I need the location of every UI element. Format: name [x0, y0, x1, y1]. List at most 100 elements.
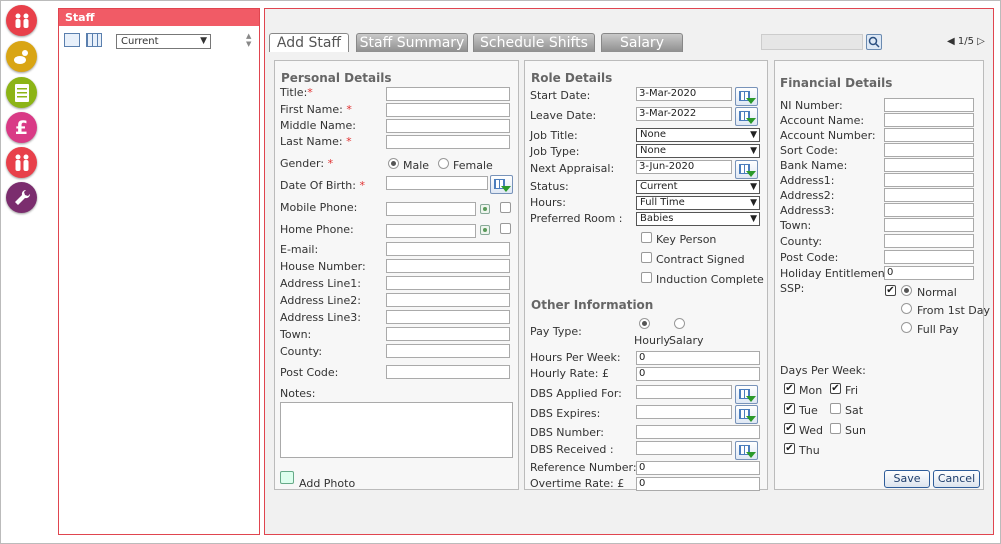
bank-name-field[interactable] — [884, 158, 974, 172]
holiday-entitlement-field[interactable]: 0 — [884, 266, 974, 280]
fin-town-field[interactable] — [884, 218, 974, 232]
ssp-from-first-day-radio[interactable] — [901, 303, 912, 314]
tab-schedule-shifts[interactable]: Schedule Shifts — [473, 33, 595, 52]
ni-number-field[interactable] — [884, 98, 974, 112]
cancel-button[interactable]: Cancel — [933, 470, 980, 488]
list-view-icon[interactable] — [64, 33, 80, 47]
leave-date-field[interactable]: 3-Mar-2022 — [636, 107, 732, 121]
home-phone-field[interactable] — [386, 224, 476, 238]
dbs-received-field[interactable] — [636, 441, 732, 455]
county-field[interactable] — [386, 344, 510, 358]
hours-per-week-field[interactable]: 0 — [636, 351, 760, 365]
dob-field[interactable] — [386, 176, 488, 190]
job-type-select[interactable]: None ▼ — [636, 144, 760, 158]
address-line2-field[interactable] — [386, 293, 510, 307]
dob-label: Date Of Birth: * — [280, 179, 365, 192]
register-icon[interactable] — [6, 77, 37, 108]
dbs-number-field[interactable] — [636, 425, 760, 439]
calendar-icon[interactable] — [490, 175, 513, 194]
staff-group-icon[interactable] — [6, 5, 37, 36]
ssp-normal-radio[interactable] — [901, 285, 912, 296]
settings-icon[interactable] — [6, 182, 37, 213]
add-photo-link[interactable]: Add Photo — [299, 477, 355, 490]
thu-checkbox[interactable]: ✔ — [784, 443, 795, 454]
scroll-arrows[interactable]: ▲ ▼ — [246, 32, 251, 48]
tab-add-staff[interactable]: Add Staff — [269, 33, 349, 52]
staff-filter-select[interactable]: Current ▼ — [116, 34, 211, 49]
tab-staff-summary[interactable]: Staff Summary — [356, 33, 468, 52]
status-label: Status: — [530, 180, 569, 193]
town-field[interactable] — [386, 327, 510, 341]
pay-hourly-radio[interactable] — [639, 318, 650, 329]
notes-textarea[interactable] — [280, 402, 513, 458]
search-input[interactable] — [761, 34, 863, 50]
start-date-field[interactable]: 3-Mar-2020 — [636, 87, 732, 101]
add-photo-icon[interactable] — [280, 471, 294, 484]
reference-number-field[interactable]: 0 — [636, 461, 760, 475]
last-name-label: Last Name: * — [280, 135, 352, 148]
next-page-icon[interactable]: ▷ — [977, 36, 985, 47]
middle-name-field[interactable] — [386, 119, 510, 133]
house-number-field[interactable] — [386, 259, 510, 273]
fin-address1-field[interactable] — [884, 173, 974, 187]
ssp-checkbox[interactable]: ✔ — [885, 285, 896, 296]
fin-post-code-field[interactable] — [884, 250, 974, 264]
sort-code-field[interactable] — [884, 143, 974, 157]
title-field[interactable] — [386, 87, 510, 101]
calendar-icon[interactable] — [735, 385, 758, 404]
address-line1-label: Address Line1: — [280, 277, 361, 290]
address-line1-field[interactable] — [386, 276, 510, 290]
key-person-checkbox[interactable] — [641, 232, 652, 243]
finance-icon[interactable]: £ — [6, 112, 37, 143]
account-name-field[interactable] — [884, 113, 974, 127]
address-line3-field[interactable] — [386, 310, 510, 324]
dbs-applied-field[interactable] — [636, 385, 732, 399]
ssp-full-pay-radio[interactable] — [901, 322, 912, 333]
tab-salary[interactable]: Salary — [601, 33, 683, 52]
hours-select[interactable]: Full Time ▼ — [636, 196, 760, 210]
address-line2-label: Address Line2: — [280, 294, 361, 307]
mon-checkbox[interactable]: ✔ — [784, 383, 795, 394]
tue-label: Tue — [799, 404, 818, 417]
fri-checkbox[interactable]: ✔ — [830, 383, 841, 394]
overtime-rate-field[interactable]: 0 — [636, 477, 760, 491]
sat-checkbox[interactable] — [830, 403, 841, 414]
induction-complete-checkbox[interactable] — [641, 272, 652, 283]
search-icon[interactable] — [866, 34, 882, 50]
save-button[interactable]: Save — [884, 470, 930, 488]
mobile-phone-field[interactable] — [386, 202, 476, 216]
email-field[interactable] — [386, 242, 510, 256]
gender-male-radio[interactable] — [388, 158, 399, 169]
account-number-field[interactable] — [884, 128, 974, 142]
calendar-icon[interactable] — [735, 405, 758, 424]
next-appraisal-field[interactable]: 3-Jun-2020 — [636, 160, 732, 174]
tue-checkbox[interactable]: ✔ — [784, 403, 795, 414]
middle-name-label: Middle Name: — [280, 119, 356, 132]
calendar-icon[interactable] — [735, 441, 758, 460]
sun-checkbox[interactable] — [830, 423, 841, 434]
calendar-icon[interactable] — [735, 87, 758, 106]
prev-page-icon[interactable]: ◀ — [947, 36, 955, 47]
children-icon[interactable] — [6, 41, 37, 72]
last-name-field[interactable] — [386, 135, 510, 149]
hourly-rate-field[interactable]: 0 — [636, 367, 760, 381]
calendar-icon[interactable] — [735, 160, 758, 179]
fin-address2-field[interactable] — [884, 188, 974, 202]
family-icon[interactable] — [6, 147, 37, 178]
wed-checkbox[interactable]: ✔ — [784, 423, 795, 434]
calendar-icon[interactable] — [735, 107, 758, 126]
pay-salary-radio[interactable] — [674, 318, 685, 329]
grid-view-icon[interactable] — [86, 33, 102, 47]
dbs-expires-field[interactable] — [636, 405, 732, 419]
home-phone-checkbox[interactable] — [500, 223, 511, 234]
preferred-room-select[interactable]: Babies ▼ — [636, 212, 760, 226]
status-select[interactable]: Current ▼ — [636, 180, 760, 194]
job-title-select[interactable]: None ▼ — [636, 128, 760, 142]
first-name-field[interactable] — [386, 103, 510, 117]
gender-female-radio[interactable] — [438, 158, 449, 169]
contract-signed-checkbox[interactable] — [641, 252, 652, 263]
fin-county-field[interactable] — [884, 234, 974, 248]
post-code-field[interactable] — [386, 365, 510, 379]
fin-address3-field[interactable] — [884, 203, 974, 217]
mobile-phone-checkbox[interactable] — [500, 202, 511, 213]
